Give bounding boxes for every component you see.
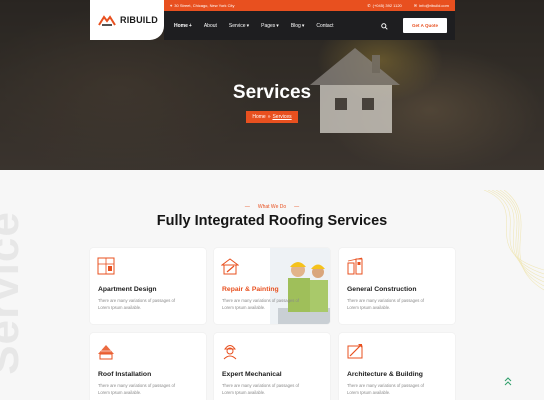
service-desc: There are many variations of passages of… xyxy=(98,383,176,395)
nav-label: Service xyxy=(228,22,246,29)
page-title: Services xyxy=(232,82,312,103)
nav-home[interactable]: Home + xyxy=(174,23,192,29)
nav-label: About xyxy=(203,22,217,29)
service-title: Apartment Design xyxy=(98,286,157,293)
address-text: 30 Street, Chicago, New York City xyxy=(174,3,235,8)
service-desc: There are many variations of passages of… xyxy=(347,298,425,310)
service-title: Roof Installation xyxy=(98,371,152,378)
phone-info[interactable]: ✆ (+045) 392 1120 xyxy=(367,3,402,8)
roof-icon xyxy=(98,345,114,360)
service-card-construction[interactable]: General Construction There are many vari… xyxy=(339,248,455,324)
scroll-top-icon[interactable] xyxy=(504,376,512,388)
service-title: Architecture & Building xyxy=(347,371,423,378)
chevron-down-icon: ▾ xyxy=(276,22,279,29)
eyebrow-text: What We Do xyxy=(257,204,287,210)
service-card-repair[interactable]: Repair & Painting There are many variati… xyxy=(214,248,330,324)
logo-icon xyxy=(98,14,116,26)
chevron-down-icon: ▾ xyxy=(246,22,250,29)
search-icon[interactable] xyxy=(380,22,388,30)
service-desc: There are many variations of passages of… xyxy=(222,298,300,310)
service-title: Expert Mechanical xyxy=(222,371,282,378)
email-text: info@ribuild.com xyxy=(419,3,449,8)
phone-icon: ✆ xyxy=(367,3,371,8)
page: Services Home » Services RIBUILD ⌖ 30 St… xyxy=(0,0,544,400)
service-title: General Construction xyxy=(347,286,417,293)
architecture-icon xyxy=(347,344,363,359)
nav-service[interactable]: Service ▾ xyxy=(229,23,249,29)
logo[interactable]: RIBUILD xyxy=(90,0,164,40)
top-info-bar: ⌖ 30 Street, Chicago, New York City ✆ (+… xyxy=(164,0,455,11)
service-desc: There are many variations of passages of… xyxy=(222,383,300,395)
section-heading: Fully Integrated Roofing Services xyxy=(156,213,388,229)
nav-label: Pages xyxy=(261,22,276,29)
service-card-architecture[interactable]: Architecture & Building There are many v… xyxy=(339,333,455,400)
nav-label: Blog xyxy=(290,22,301,29)
main-nav: Home + About Service ▾ Pages ▾ Blog ▾ Contac… xyxy=(164,11,455,40)
logo-text: RIBUILD xyxy=(120,15,158,25)
service-title: Repair & Painting xyxy=(222,286,279,293)
service-desc: There are many variations of passages of… xyxy=(98,298,176,310)
worker-photo xyxy=(270,248,330,324)
repair-icon xyxy=(221,258,239,275)
email-info[interactable]: ✉ info@ribuild.com xyxy=(414,3,449,8)
service-card-roof[interactable]: Roof Installation There are many variati… xyxy=(90,333,206,400)
breadcrumb: Home » Services xyxy=(246,111,298,123)
apartment-icon xyxy=(97,257,115,275)
breadcrumb-separator: » xyxy=(267,114,271,120)
nav-label: Home xyxy=(174,22,188,29)
phone-text: (+045) 392 1120 xyxy=(372,3,402,8)
breadcrumb-current: Services xyxy=(272,114,292,120)
section-watermark: Service xyxy=(0,211,28,375)
nav-label: Contact xyxy=(316,22,334,29)
nav-about[interactable]: About xyxy=(204,23,217,29)
mechanic-icon xyxy=(223,345,237,360)
nav-contact[interactable]: Contact xyxy=(316,23,333,29)
nav-blog[interactable]: Blog ▾ xyxy=(291,23,305,29)
breadcrumb-home[interactable]: Home xyxy=(252,114,265,120)
service-card-mechanical[interactable]: Expert Mechanical There are many variati… xyxy=(214,333,330,400)
get-quote-button[interactable]: Get A Quote xyxy=(403,18,447,33)
address-info: ⌖ 30 Street, Chicago, New York City xyxy=(170,3,235,8)
nav-pages[interactable]: Pages ▾ xyxy=(261,23,279,29)
service-desc: There are many variations of passages of… xyxy=(347,383,425,395)
section-eyebrow: — What We Do — xyxy=(244,204,300,210)
location-icon: ⌖ xyxy=(170,3,173,8)
construction-icon xyxy=(347,257,363,275)
service-card-apartment[interactable]: Apartment Design There are many variatio… xyxy=(90,248,206,324)
mail-icon: ✉ xyxy=(413,3,418,8)
chevron-down-icon: + xyxy=(188,22,192,29)
chevron-down-icon: ▾ xyxy=(301,22,305,29)
